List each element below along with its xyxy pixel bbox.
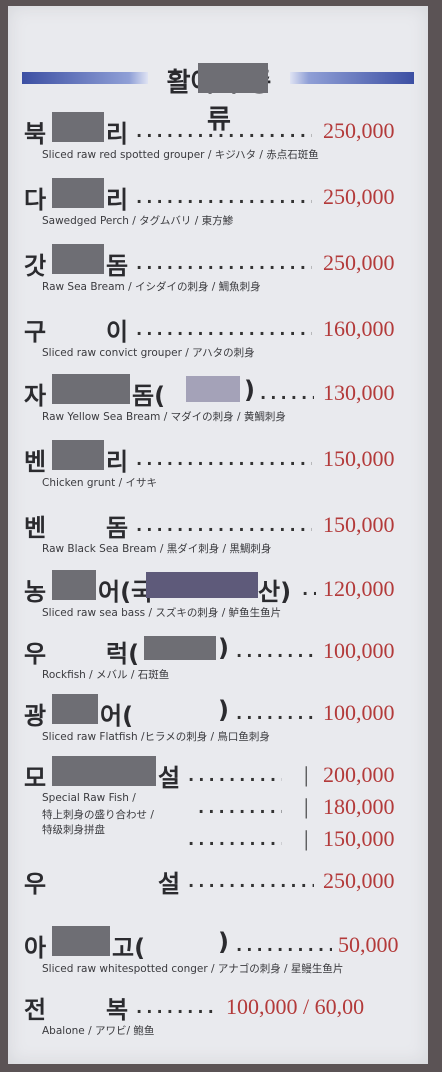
- item-description: Sliced raw sea bass / スズキの刺身 / 鲈鱼生鱼片: [42, 607, 282, 619]
- item-description: Abalone / アワビ/ 鲍鱼: [42, 1025, 155, 1037]
- item-name-left: 우: [24, 870, 47, 898]
- item-description: Raw Yellow Sea Bream / マダイの刺身 / 黄鯛刺身: [42, 411, 286, 423]
- item-description: Sawedged Perch / タグムバリ / 東方鯵: [42, 215, 234, 227]
- item-description: Rockfish / メバル / 石斑鱼: [42, 669, 170, 681]
- redaction-box: [144, 636, 216, 660]
- item-price: 160,000: [323, 316, 395, 341]
- item-price: 100,000 / 60,00: [226, 994, 365, 1019]
- redaction-box: [198, 63, 268, 93]
- price-divider: |: [304, 794, 309, 819]
- item-description: Special Raw Fish /: [42, 792, 136, 804]
- item-name-left: 벤: [24, 448, 47, 476]
- header-bar-left: [22, 72, 148, 84]
- item-price: 150,000: [323, 446, 395, 471]
- item-name-right: 어(국: [98, 578, 154, 606]
- redaction-box: [52, 756, 156, 786]
- item-name-right: 설: [158, 764, 181, 792]
- redaction-box: [52, 440, 104, 470]
- leader-dots: ............................: [134, 122, 312, 142]
- menu-card: 활어회 종류 북 리 ............................ …: [8, 6, 428, 1064]
- header-bar-right: [290, 72, 414, 84]
- leader-dots: ...: [300, 580, 316, 600]
- item-price: 250,000: [323, 118, 395, 143]
- item-price-2: 180,000: [323, 794, 395, 819]
- item-name-right: 어(: [100, 702, 134, 730]
- item-name-left: 우: [24, 640, 47, 668]
- leader-dots: ............................: [134, 188, 312, 208]
- item-description: Chicken grunt / イサキ: [42, 477, 157, 489]
- redaction-box: [52, 112, 104, 142]
- item-name-left: 전: [24, 996, 47, 1024]
- leader-dots: ..........: [234, 642, 314, 662]
- item-name-right: 리: [106, 186, 129, 214]
- price-divider: |: [304, 826, 309, 851]
- item-name-left: 광: [24, 702, 47, 730]
- item-name-right: 리: [106, 120, 129, 148]
- leader-dots: ............................: [134, 254, 312, 274]
- item-price: 250,000: [323, 250, 395, 275]
- item-name-right: 돔: [106, 514, 129, 542]
- item-price-3: 150,000: [323, 826, 395, 851]
- item-name-right: 럭(: [106, 640, 140, 668]
- item-name-left: 북: [24, 120, 47, 148]
- item-name-left: 자: [24, 382, 47, 410]
- redaction-box: [52, 570, 96, 600]
- item-name-left: 모: [24, 764, 47, 792]
- leader-dots: ...........: [186, 830, 282, 850]
- item-name-left: 농: [24, 578, 47, 606]
- redaction-box: [52, 926, 110, 956]
- redaction-box: [52, 244, 104, 274]
- item-description: Sliced raw Flatfish /ヒラメの刺身 / 鳥口鱼刺身: [42, 731, 270, 743]
- item-name-tail: ): [218, 634, 229, 662]
- item-price: 150,000: [323, 512, 395, 537]
- item-name-left: 아: [24, 934, 47, 962]
- leader-dots: ............: [234, 936, 332, 956]
- item-price: 250,000: [323, 184, 395, 209]
- leader-dots: ............................: [134, 450, 312, 470]
- item-name-tail: 산): [258, 578, 292, 606]
- item-name-left: 다: [24, 186, 47, 214]
- item-price: 100,000: [323, 700, 395, 725]
- redaction-box: [146, 572, 258, 598]
- item-price: 250,000: [323, 868, 395, 893]
- item-price: 120,000: [323, 576, 395, 601]
- item-name-tail: ): [218, 696, 229, 724]
- item-name-tail: ): [218, 928, 229, 956]
- leader-dots: .......: [258, 384, 314, 404]
- item-name-right: 고(: [112, 934, 146, 962]
- item-name-right: 돔(: [132, 382, 166, 410]
- redaction-box: [52, 178, 104, 208]
- redaction-box: [52, 694, 98, 724]
- item-price: 200,000: [323, 762, 395, 787]
- leader-dots: ............................: [134, 320, 312, 340]
- item-price: 50,000: [338, 932, 399, 957]
- item-name-left: 구: [24, 318, 47, 346]
- redaction-box: [186, 376, 240, 402]
- item-name-tail: ): [244, 376, 255, 404]
- item-name-right: 돔: [106, 252, 129, 280]
- leader-dots: ............: [186, 766, 282, 786]
- redaction-box: [52, 374, 130, 404]
- item-description: Sliced raw whitespotted conger / アナゴの刺身 …: [42, 963, 344, 975]
- item-description: Sliced raw red spotted grouper / キジハタ / …: [42, 149, 319, 161]
- item-name-left: 갓: [24, 252, 47, 280]
- item-name-left: 벤: [24, 514, 47, 542]
- item-name-right: 이: [106, 318, 129, 346]
- leader-dots: ...........: [134, 998, 218, 1018]
- item-description-line2: 特上刺身の盛り合わせ /: [42, 809, 154, 821]
- item-description-line3: 特级刺身拼盘: [42, 824, 105, 836]
- leader-dots: ................: [186, 872, 314, 892]
- item-name-right: 복: [106, 996, 129, 1024]
- item-price: 130,000: [323, 380, 395, 405]
- leader-dots: ............................: [134, 516, 312, 536]
- price-divider: |: [304, 762, 309, 787]
- item-name-right: 설: [158, 870, 181, 898]
- item-description: Raw Black Sea Bream / 黒ダイ刺身 / 黒鯛刺身: [42, 543, 272, 555]
- item-description: Raw Sea Bream / イシダイの刺身 / 鯛魚刺身: [42, 281, 261, 293]
- item-price: 100,000: [323, 638, 395, 663]
- leader-dots: ...........: [196, 798, 282, 818]
- leader-dots: ..........: [234, 704, 314, 724]
- item-description: Sliced raw convict grouper / アハタの刺身: [42, 347, 255, 359]
- item-name-right: 리: [106, 448, 129, 476]
